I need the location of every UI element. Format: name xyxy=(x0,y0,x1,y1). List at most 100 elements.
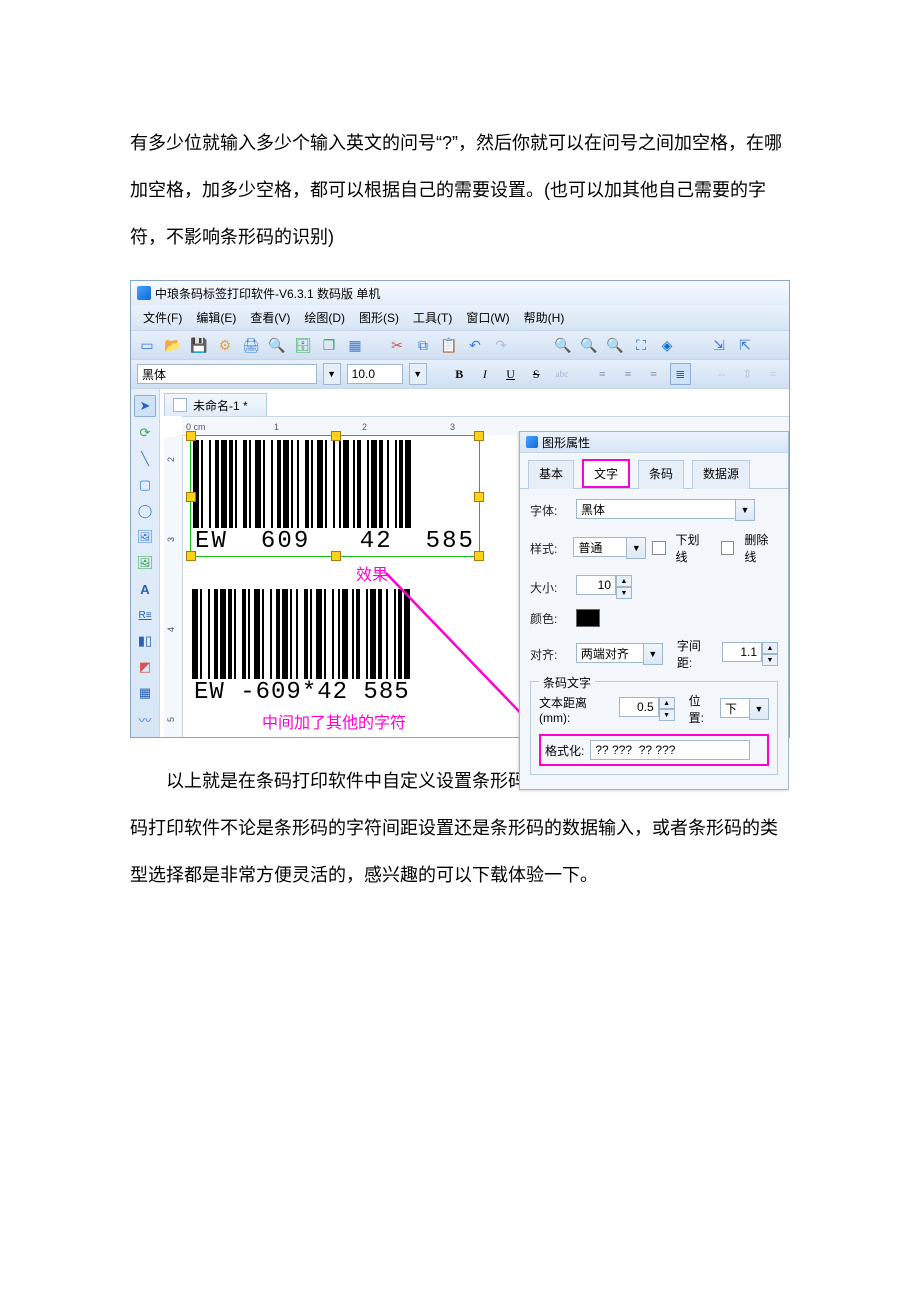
spin-up-icon[interactable]: ▲ xyxy=(762,642,778,654)
font-name-dropdown-icon[interactable]: ▼ xyxy=(323,363,341,385)
resize-handle-icon[interactable] xyxy=(331,551,341,561)
menu-window[interactable]: 窗口(W) xyxy=(460,307,515,328)
tab-barcode[interactable]: 条码 xyxy=(638,460,684,489)
font-name-input[interactable] xyxy=(137,364,317,384)
pos-combo[interactable] xyxy=(720,698,749,718)
resize-handle-icon[interactable] xyxy=(474,551,484,561)
paste-icon[interactable]: 📋 xyxy=(439,335,459,355)
barcode-object-1[interactable]: EW 609 42 585 xyxy=(190,435,480,557)
style-dropdown-icon[interactable]: ▼ xyxy=(626,537,646,559)
spin-down-icon[interactable]: ▼ xyxy=(659,709,675,721)
document-tab[interactable]: 未命名-1 * xyxy=(164,393,267,416)
menu-help[interactable]: 帮助(H) xyxy=(518,307,571,328)
align-center-button[interactable]: ≡ xyxy=(618,364,638,384)
vspace-button[interactable]: ⇕ xyxy=(738,364,758,384)
ruler-v-tick: 5 xyxy=(166,717,176,722)
barcode-tool-icon[interactable]: ▮▯ xyxy=(135,631,155,651)
underline-button[interactable]: U xyxy=(501,364,521,384)
copy-icon[interactable]: ⧉ xyxy=(413,335,433,355)
menu-file[interactable]: 文件(F) xyxy=(137,307,188,328)
database-icon[interactable]: 🗄 xyxy=(293,335,313,355)
richtext-tool-icon[interactable]: R≡ xyxy=(135,605,155,625)
style-combo[interactable] xyxy=(573,537,626,557)
format-input[interactable] xyxy=(590,740,750,760)
font-combo[interactable] xyxy=(576,499,735,519)
italic-button[interactable]: I xyxy=(475,364,495,384)
abc-button[interactable]: abc xyxy=(552,364,572,384)
layers-icon[interactable]: ❐ xyxy=(319,335,339,355)
menu-shape[interactable]: 图形(S) xyxy=(353,307,405,328)
bold-button[interactable]: B xyxy=(449,364,469,384)
resize-handle-icon[interactable] xyxy=(474,492,484,502)
zoom-in-icon[interactable]: 🔍 xyxy=(553,335,573,355)
align-left-button[interactable]: ≡ xyxy=(593,364,613,384)
line-tool-icon[interactable]: ╲ xyxy=(135,449,155,469)
rotate-tool-icon[interactable]: ⟳ xyxy=(135,423,155,443)
color-swatch[interactable] xyxy=(576,609,600,627)
spin-down-icon[interactable]: ▼ xyxy=(616,587,632,599)
preview-icon[interactable]: 🔍 xyxy=(267,335,287,355)
align-dropdown-icon[interactable]: ▼ xyxy=(643,643,663,665)
cut-icon[interactable]: ✂ xyxy=(387,335,407,355)
align-right-button[interactable]: ≡ xyxy=(644,364,664,384)
picture-tool-icon[interactable]: 🖼 xyxy=(135,553,155,573)
table-tool-icon[interactable]: ▦ xyxy=(135,683,155,703)
menu-view[interactable]: 查看(V) xyxy=(244,307,296,328)
hspace-button[interactable]: ⇔ xyxy=(712,364,732,384)
resize-handle-icon[interactable] xyxy=(186,431,196,441)
tab-basic[interactable]: 基本 xyxy=(528,460,574,489)
zoom-out-icon[interactable]: 🔍 xyxy=(579,335,599,355)
strike-checkbox[interactable] xyxy=(721,541,734,555)
fullscreen-icon[interactable]: ⛶ xyxy=(631,335,651,355)
ellipse-tool-icon[interactable]: ◯ xyxy=(135,501,155,521)
align-icon-1[interactable]: ⇲ xyxy=(709,335,729,355)
curve-tool-icon[interactable]: 〰 xyxy=(135,709,155,729)
style-label: 样式: xyxy=(530,540,567,557)
tab-text[interactable]: 文字 xyxy=(582,459,630,488)
settings-icon[interactable]: ⚙ xyxy=(215,335,235,355)
print-icon[interactable]: 🖨 xyxy=(241,335,261,355)
new-icon[interactable]: ▭ xyxy=(137,335,157,355)
font-size-input[interactable] xyxy=(347,364,403,384)
textdist-input[interactable] xyxy=(619,697,659,717)
menu-tool[interactable]: 工具(T) xyxy=(407,307,458,328)
align-icon-2[interactable]: ⇱ xyxy=(735,335,755,355)
strike-label: 删除线 xyxy=(744,531,778,565)
pos-dropdown-icon[interactable]: ▼ xyxy=(749,698,769,720)
spin-down-icon[interactable]: ▼ xyxy=(762,654,778,666)
tab-datasource[interactable]: 数据源 xyxy=(692,460,750,489)
resize-handle-icon[interactable] xyxy=(186,492,196,502)
image-tool-icon[interactable]: 🖼 xyxy=(135,527,155,547)
strike-button[interactable]: S xyxy=(526,364,546,384)
menu-edit[interactable]: 编辑(E) xyxy=(190,307,242,328)
spin-up-icon[interactable]: ▲ xyxy=(616,575,632,587)
resize-handle-icon[interactable] xyxy=(186,551,196,561)
menu-bar: 文件(F) 编辑(E) 查看(V) 绘图(D) 图形(S) 工具(T) 窗口(W… xyxy=(131,305,789,330)
resize-handle-icon[interactable] xyxy=(474,431,484,441)
font-dropdown-icon[interactable]: ▼ xyxy=(735,499,755,521)
save-icon[interactable]: 💾 xyxy=(189,335,209,355)
redo-icon[interactable]: ↷ xyxy=(491,335,511,355)
grid-icon[interactable]: ▦ xyxy=(345,335,365,355)
align-justify-button[interactable]: ≣ xyxy=(670,363,692,385)
pointer-tool-icon[interactable]: ➤ xyxy=(134,395,156,417)
menu-draw[interactable]: 绘图(D) xyxy=(298,307,351,328)
resize-handle-icon[interactable] xyxy=(331,431,341,441)
ruler-v-tick: 3 xyxy=(166,537,176,542)
spin-up-icon[interactable]: ▲ xyxy=(659,697,675,709)
app-window: 中琅条码标签打印软件-V6.3.1 数码版 单机 文件(F) 编辑(E) 查看(… xyxy=(130,280,790,738)
size-input[interactable] xyxy=(576,575,616,595)
spacing-input[interactable] xyxy=(722,642,762,662)
title-bar: 中琅条码标签打印软件-V6.3.1 数码版 单机 xyxy=(131,281,789,305)
rounded-rect-tool-icon[interactable]: ▢ xyxy=(135,475,155,495)
font-size-dropdown-icon[interactable]: ▼ xyxy=(409,363,427,385)
undo-icon[interactable]: ↶ xyxy=(465,335,485,355)
underline-checkbox[interactable] xyxy=(652,541,665,555)
lineheight-button[interactable]: ≡ xyxy=(763,364,783,384)
align-combo[interactable] xyxy=(576,643,643,663)
zoom-fit-icon[interactable]: 🔍 xyxy=(605,335,625,355)
text-tool-icon[interactable]: A xyxy=(135,579,155,599)
qrcode-tool-icon[interactable]: ◩ xyxy=(135,657,155,677)
open-icon[interactable]: 📂 xyxy=(163,335,183,355)
fit-page-icon[interactable]: ◈ xyxy=(657,335,677,355)
